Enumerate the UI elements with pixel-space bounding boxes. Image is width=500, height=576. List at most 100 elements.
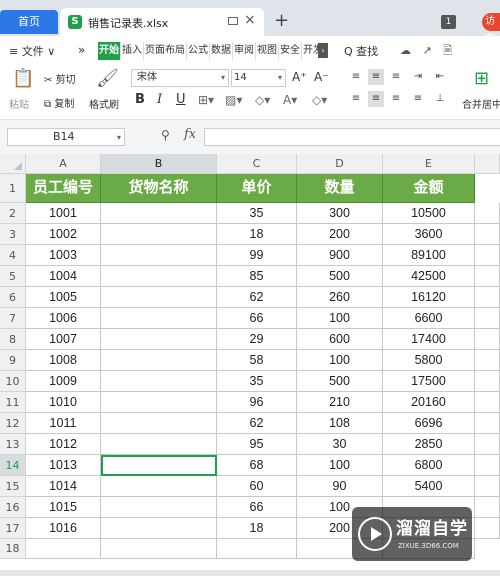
table-cell[interactable]: 18	[217, 518, 297, 539]
row-header-13[interactable]: 13	[0, 434, 26, 455]
table-cell[interactable]	[101, 308, 217, 329]
table-cell[interactable]	[101, 224, 217, 245]
screen-icon[interactable]	[228, 17, 238, 25]
table-cell[interactable]: 100	[297, 455, 383, 476]
table-cell[interactable]: 6696	[383, 413, 475, 434]
table-cell[interactable]	[101, 476, 217, 497]
table-cell[interactable]: 1016	[26, 518, 101, 539]
table-cell[interactable]	[101, 245, 217, 266]
menu-expand-icon[interactable]: »	[78, 43, 85, 57]
table-cell[interactable]: 17500	[383, 371, 475, 392]
visitor-button[interactable]: 访客	[482, 13, 500, 45]
font-name-select[interactable]: 宋体 ▾	[131, 69, 229, 87]
table-cell[interactable]: 1008	[26, 350, 101, 371]
table-cell[interactable]: 1001	[26, 203, 101, 224]
table-header-cell[interactable]: 金额	[383, 174, 475, 203]
row-header-9[interactable]: 9	[0, 350, 26, 371]
fill-pattern-icon[interactable]: ▨▾	[225, 93, 242, 107]
search-button[interactable]: Q 查找	[344, 43, 378, 59]
table-cell[interactable]: 300	[297, 203, 383, 224]
paste-icon[interactable]: 📋	[12, 68, 34, 89]
bold-button[interactable]: B	[135, 92, 145, 107]
row-header-16[interactable]: 16	[0, 497, 26, 518]
table-cell[interactable]	[101, 539, 217, 559]
tab-0[interactable]: 开始	[98, 42, 121, 60]
row-header-6[interactable]: 6	[0, 287, 26, 308]
table-cell[interactable]: 100	[297, 308, 383, 329]
underline-button[interactable]: U	[176, 92, 186, 107]
table-cell[interactable]	[101, 329, 217, 350]
close-icon[interactable]: ×	[244, 12, 256, 28]
table-header-cell[interactable]: 货物名称	[101, 174, 217, 203]
table-cell[interactable]: 200	[297, 224, 383, 245]
cut-button[interactable]: ✂ 剪切	[44, 71, 76, 86]
table-cell[interactable]: 6600	[383, 308, 475, 329]
table-cell[interactable]: 260	[297, 287, 383, 308]
table-cell[interactable]	[475, 497, 500, 518]
table-cell[interactable]	[475, 245, 500, 266]
table-cell[interactable]: 600	[297, 329, 383, 350]
table-cell[interactable]: 210	[297, 392, 383, 413]
table-cell[interactable]	[475, 518, 500, 539]
table-cell[interactable]: 1012	[26, 434, 101, 455]
active-cell[interactable]	[101, 455, 217, 476]
tab-document[interactable]: S 销售记录表.xlsx ×	[60, 8, 264, 36]
row-header-17[interactable]: 17	[0, 518, 26, 539]
table-cell[interactable]	[475, 455, 500, 476]
table-cell[interactable]: 1007	[26, 329, 101, 350]
paste-button[interactable]: 粘贴	[9, 96, 29, 111]
table-cell[interactable]: 5400	[383, 476, 475, 497]
align-center-icon[interactable]: ≡	[368, 91, 384, 107]
table-cell[interactable]: 100	[297, 350, 383, 371]
row-header-1[interactable]: 1	[0, 174, 26, 203]
table-cell[interactable]: 95	[217, 434, 297, 455]
table-cell[interactable]: 1009	[26, 371, 101, 392]
tab-4[interactable]: 数据	[210, 42, 233, 60]
align-top-icon[interactable]: ≡	[348, 69, 364, 85]
table-cell[interactable]: 5800	[383, 350, 475, 371]
outdent-icon[interactable]: ⇤	[432, 69, 448, 85]
table-cell[interactable]	[101, 287, 217, 308]
table-cell[interactable]	[101, 350, 217, 371]
toolbar-icons[interactable]: ☁ ↗ 🗎	[400, 42, 456, 61]
file-menu[interactable]: ≡ 文件 ∨	[9, 43, 55, 59]
align-middle-icon[interactable]: ≡	[368, 69, 384, 85]
table-cell[interactable]	[475, 476, 500, 497]
table-cell[interactable]: 1006	[26, 308, 101, 329]
table-cell[interactable]: 96	[217, 392, 297, 413]
row-header-15[interactable]: 15	[0, 476, 26, 497]
function-icon[interactable]: fx	[184, 127, 196, 142]
column-header-d[interactable]: D	[297, 154, 383, 174]
table-cell[interactable]	[475, 413, 500, 434]
table-cell[interactable]	[475, 266, 500, 287]
table-cell[interactable]	[101, 497, 217, 518]
indent-icon[interactable]: ⇥	[410, 69, 426, 85]
table-header-cell[interactable]: 单价	[217, 174, 297, 203]
table-cell[interactable]	[475, 224, 500, 245]
table-cell[interactable]: 62	[217, 413, 297, 434]
table-cell[interactable]: 66	[217, 497, 297, 518]
table-header-cell[interactable]: 员工编号	[26, 174, 101, 203]
column-header-a[interactable]: A	[26, 154, 101, 174]
table-cell[interactable]: 62	[217, 287, 297, 308]
table-cell[interactable]: 1014	[26, 476, 101, 497]
table-cell[interactable]	[475, 392, 500, 413]
copy-button[interactable]: ⧉ 复制	[44, 95, 74, 110]
table-cell[interactable]: 1011	[26, 413, 101, 434]
table-cell[interactable]: 1002	[26, 224, 101, 245]
table-cell[interactable]	[475, 434, 500, 455]
window-count-badge[interactable]: 1	[441, 15, 456, 29]
row-header-18[interactable]: 18	[0, 539, 26, 559]
table-cell[interactable]: 2850	[383, 434, 475, 455]
new-tab-button[interactable]: +	[274, 10, 289, 31]
table-cell[interactable]: 108	[297, 413, 383, 434]
font-color-icon[interactable]: A▾	[283, 93, 297, 107]
row-header-10[interactable]: 10	[0, 371, 26, 392]
justify-icon[interactable]: ≡	[410, 91, 426, 107]
table-cell[interactable]: 10500	[383, 203, 475, 224]
table-cell[interactable]: 29	[217, 329, 297, 350]
tab-6[interactable]: 视图	[256, 42, 279, 60]
row-header-4[interactable]: 4	[0, 245, 26, 266]
tab-5[interactable]: 审阅	[233, 42, 256, 60]
column-header-b[interactable]: B	[101, 154, 217, 174]
